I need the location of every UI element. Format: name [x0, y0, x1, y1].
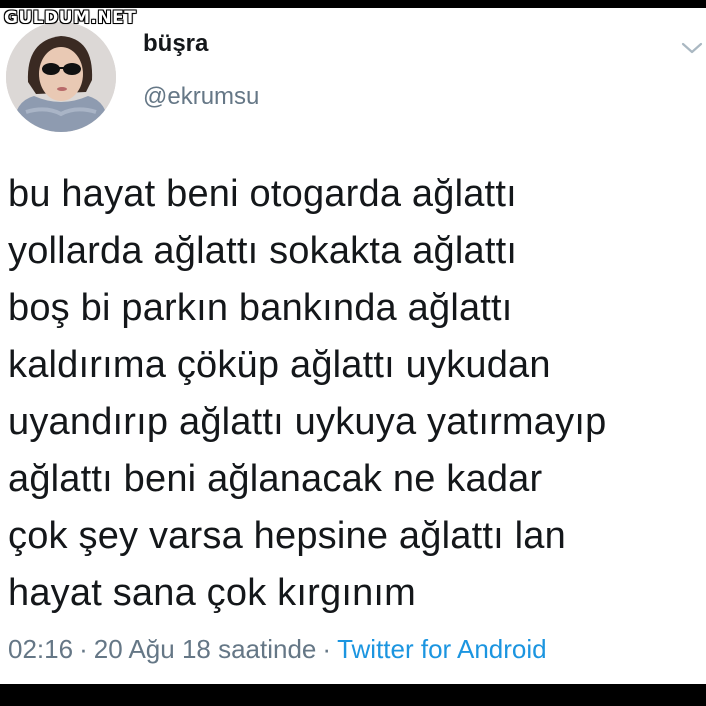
user-handle[interactable]: @ekrumsu [143, 81, 259, 113]
tweet-source-link[interactable]: Twitter for Android [337, 634, 547, 664]
tweet-line: ağlattı beni ağlanacak ne kadar [8, 458, 543, 500]
tweet-date[interactable]: 20 Ağu 18 saatinde [94, 634, 317, 664]
meta-separator: · [79, 634, 88, 664]
tweet-time[interactable]: 02:16 [8, 634, 73, 664]
tweet-line: boş bi parkın bankında ağlattı [8, 287, 513, 329]
site-watermark: GULDUM.NET [4, 8, 137, 28]
tweet-meta: 02:16 · 20 Ağu 18 saatinde · Twitter for And… [8, 631, 547, 667]
tweet-line: hayat sana çok kırgınım [8, 572, 417, 614]
tweet-line: çok şey varsa hepsine ağlattı lan [8, 515, 566, 557]
avatar[interactable] [6, 22, 116, 132]
profile-photo-icon [6, 22, 116, 132]
user-name[interactable]: büşra [143, 28, 208, 60]
tweet-line: kaldırıma çöküp ağlattı uykudan [8, 344, 551, 386]
chevron-down-icon[interactable] [680, 40, 704, 56]
tweet-line: uyandırıp ağlattı uykuya yatırmayıp [8, 401, 607, 443]
tweet-line: bu hayat beni otogarda ağlattı [8, 173, 517, 215]
meta-separator: · [322, 634, 332, 664]
tweet-text: bu hayat beni otogarda ağlattı yollarda … [8, 166, 706, 622]
tweet-card: GULDUM.NET büşra @ekrumsu bu hayat beni … [0, 8, 706, 684]
tweet-line: yollarda ağlattı sokakta ağlattı [8, 230, 518, 272]
